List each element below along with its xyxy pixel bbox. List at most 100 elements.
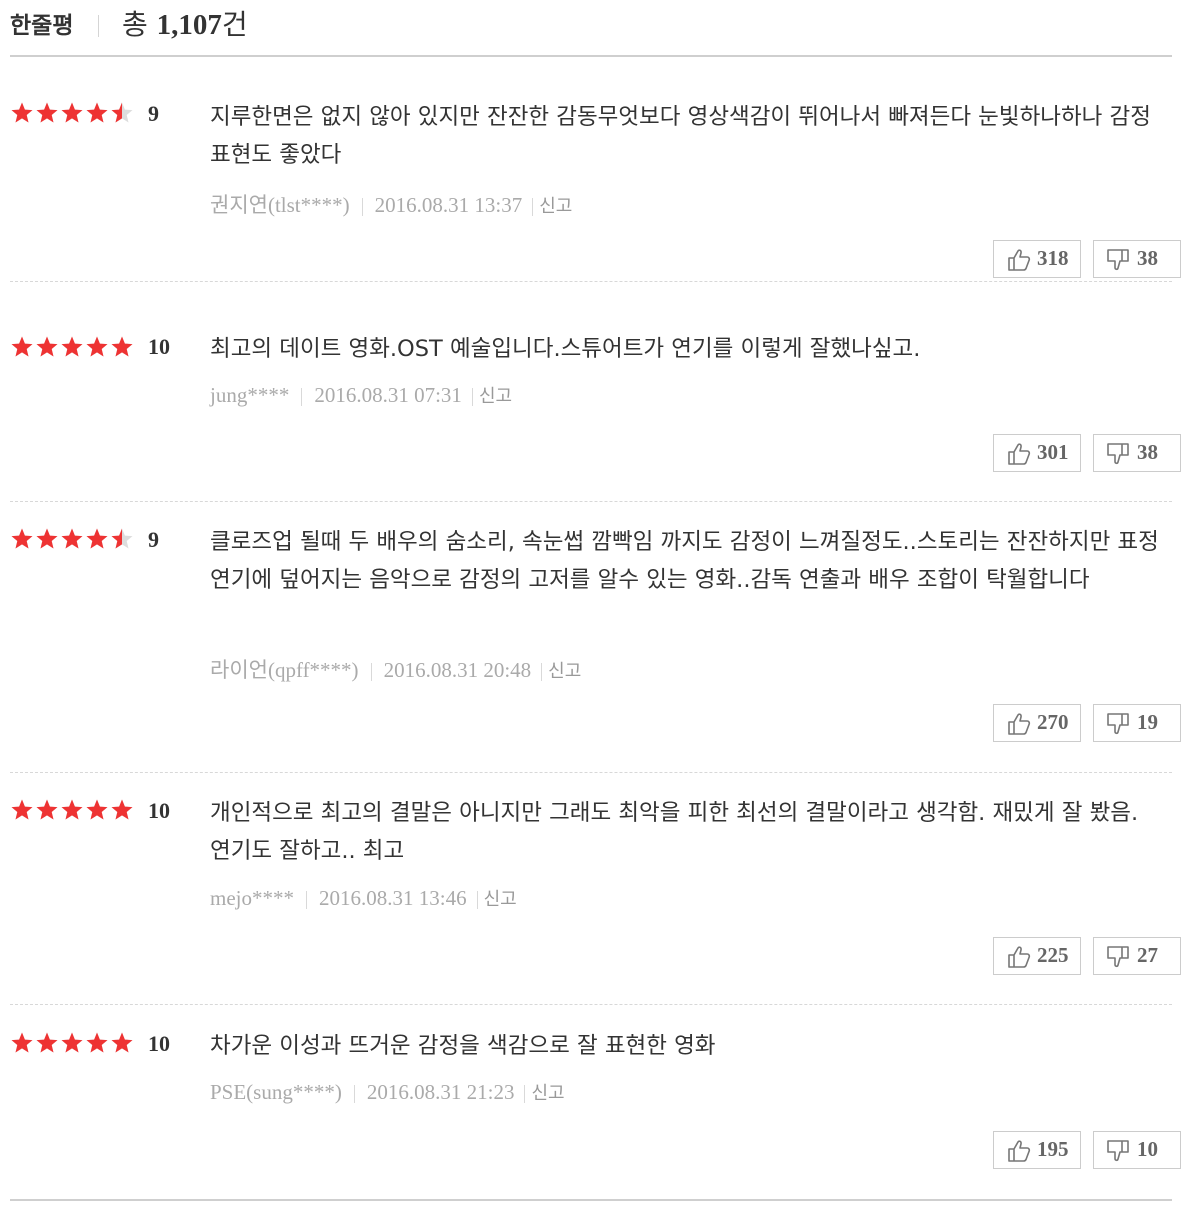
review-total: 총 1,107건 [122,3,248,43]
like-button[interactable]: 195 [993,1131,1081,1169]
review-meta: PSE(sung****) 2016.08.31 21:23 신고 [210,1079,565,1105]
star-icon [61,528,83,549]
star-icon [61,336,83,357]
review-date: 2016.08.31 07:31 [314,383,462,407]
star-icon [61,1032,83,1053]
meta-divider [524,1085,526,1104]
meta-divider [306,891,307,910]
thumbs-down-icon [1107,1140,1129,1162]
like-count: 301 [1037,440,1069,464]
dislike-button[interactable]: 27 [1093,937,1181,975]
star-icon [36,1032,58,1053]
thumbs-up-icon [1008,1140,1031,1162]
meta-divider [541,663,543,682]
report-link[interactable]: 신고 [484,889,517,910]
thumbs-up-icon [1008,443,1031,465]
review-item: 10 차가운 이성과 뜨거운 감정을 색감으로 잘 표현한 영화 PSE(sun… [10,1005,1181,1201]
like-count: 225 [1037,943,1069,967]
like-button[interactable]: 270 [993,704,1081,742]
thumbs-down-icon [1107,713,1129,735]
thumbs-down-icon [1107,249,1129,271]
like-button[interactable]: 318 [993,240,1081,278]
star-rating [10,1031,140,1061]
star-icon [11,799,33,820]
report-link[interactable]: 신고 [548,661,581,682]
star-icon [111,102,133,123]
dislike-button[interactable]: 10 [1093,1131,1181,1169]
review-meta: 라이언(qpff****) 2016.08.31 20:48 신고 [210,654,581,684]
review-score: 10 [148,1031,170,1056]
star-icon [86,102,108,123]
star-icon [111,1032,133,1053]
like-button[interactable]: 301 [993,434,1081,472]
review-meta: jung**** 2016.08.31 07:31 신고 [210,382,512,408]
review-author[interactable]: jung**** [210,383,289,407]
review-author[interactable]: mejo**** [210,886,294,910]
review-author[interactable]: 라이언(qpff****) [210,658,359,682]
thumbs-up-icon [1008,249,1031,271]
review-date: 2016.08.31 13:37 [374,193,523,217]
star-icon [11,336,33,357]
review-item: 10 개인적으로 최고의 결말은 아니지만 그래도 최악을 피한 최선의 결말이… [10,773,1181,1005]
star-icon [111,336,133,357]
review-date: 2016.08.31 20:48 [383,658,532,682]
review-date: 2016.08.31 13:46 [319,886,467,910]
report-link[interactable]: 신고 [539,196,572,217]
star-icon [86,336,108,357]
star-icon [36,102,58,123]
dislike-button[interactable]: 19 [1093,704,1181,742]
star-icon [11,102,33,123]
meta-divider [471,388,473,407]
star-rating [10,335,140,365]
total-count: 1,107 [156,9,222,41]
review-score: 9 [148,101,159,126]
like-button[interactable]: 225 [993,937,1081,975]
review-meta: mejo**** 2016.08.31 13:46 신고 [210,885,517,911]
star-icon [11,528,33,549]
star-icon [36,336,58,357]
dislike-count: 27 [1137,943,1158,967]
star-icon [61,799,83,820]
thumbs-down-icon [1107,443,1129,465]
meta-divider [532,198,534,217]
review-score: 10 [148,334,170,359]
star-rating [10,101,140,131]
meta-divider [353,1085,355,1104]
star-icon [61,102,83,123]
meta-divider [476,891,478,910]
report-link[interactable]: 신고 [479,386,512,407]
review-header: 한줄평 총 1,107건 [10,0,1172,57]
like-count: 318 [1037,246,1069,270]
dislike-count: 38 [1137,440,1158,464]
review-comment: 차가운 이성과 뜨거운 감정을 색감으로 잘 표현한 영화 [210,1033,716,1059]
star-icon [111,799,133,820]
dislike-button[interactable]: 38 [1093,240,1181,278]
dislike-count: 38 [1137,246,1158,270]
star-rating [10,798,140,828]
review-meta: 권지연(tlst****) 2016.08.31 13:37 신고 [210,189,572,219]
review-author[interactable]: PSE(sung****) [210,1080,342,1104]
star-icon [86,528,108,549]
thumbs-up-icon [1008,946,1031,968]
star-icon [36,799,58,820]
review-comment: 개인적으로 최고의 결말은 아니지만 그래도 최악을 피한 최선의 결말이라고 … [210,800,1139,864]
review-score: 9 [148,527,159,552]
report-link[interactable]: 신고 [531,1083,564,1104]
review-author[interactable]: 권지연(tlst****) [210,193,350,217]
review-item: 10 최고의 데이트 영화.OST 예술입니다.스튜어트가 연기를 이렇게 잘했… [10,282,1181,502]
meta-divider [361,198,363,217]
star-rating [10,527,140,557]
section-title: 한줄평 [10,13,74,39]
like-count: 195 [1037,1137,1069,1161]
star-icon [11,1032,33,1053]
review-comment: 클로즈업 될때 두 배우의 숨소리, 속눈썹 깜빡임 까지도 감정이 느껴질정도… [210,529,1159,593]
dislike-count: 19 [1137,710,1158,734]
dislike-button[interactable]: 38 [1093,434,1181,472]
meta-divider [301,388,303,407]
review-score: 10 [148,798,170,823]
star-icon [86,799,108,820]
meta-divider [370,663,372,682]
header-divider [98,15,99,37]
star-icon [111,528,133,549]
star-icon [86,1032,108,1053]
